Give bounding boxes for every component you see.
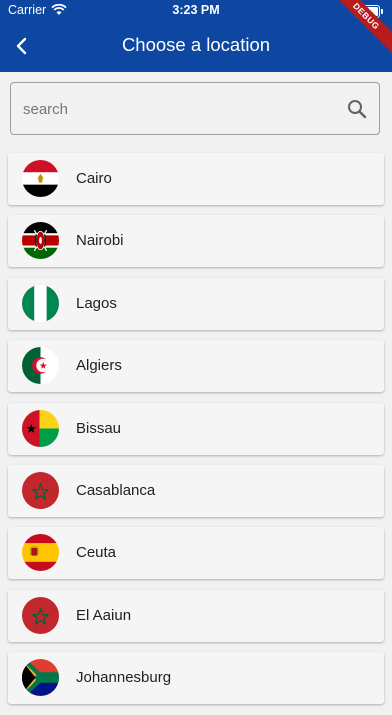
kenya-flag-icon (22, 222, 59, 260)
location-item-nairobi[interactable]: Nairobi (8, 215, 384, 268)
location-item-casablanca[interactable]: Casablanca (8, 464, 384, 517)
location-name: Ceuta (76, 544, 117, 562)
location-item-bissau[interactable]: Bissau (8, 402, 384, 455)
location-item-lagos[interactable]: Lagos (8, 277, 384, 330)
spain-flag-icon (22, 534, 59, 572)
location-item-cairo[interactable]: Cairo (8, 153, 384, 205)
location-name: Casablanca (76, 481, 156, 499)
location-name: Johannesburg (76, 669, 172, 687)
guinea-bissau-flag-icon (22, 409, 59, 447)
search-input[interactable] (21, 83, 335, 136)
location-name: El Aaiun (76, 606, 132, 624)
status-bar: Carrier 3:23 PM (0, 0, 392, 22)
location-name: Bissau (76, 419, 122, 437)
location-name: Nairobi (76, 232, 124, 250)
nigeria-flag-icon (22, 284, 59, 322)
location-name: Cairo (76, 170, 112, 187)
search-icon[interactable] (345, 97, 369, 121)
location-item-el-aaiun[interactable]: El Aaiun (8, 589, 384, 642)
search-field[interactable] (10, 82, 380, 136)
algeria-flag-icon (22, 347, 59, 385)
clock: 3:23 PM (172, 3, 220, 17)
location-name: Lagos (76, 294, 117, 312)
location-item-ceuta[interactable]: Ceuta (8, 527, 384, 580)
south-africa-flag-icon (22, 659, 59, 697)
page-title: Choose a location (121, 34, 271, 55)
location-item-algiers[interactable]: Algiers (8, 340, 384, 393)
egypt-flag-icon (22, 160, 59, 197)
location-name: Algiers (76, 357, 122, 375)
location-list: Cairo Nairobi Lagos Algiers Bissau Casab… (8, 153, 384, 715)
morocco-flag-icon (22, 596, 59, 634)
app-bar: Carrier 3:23 PM Choose a location DEBUG (0, 0, 392, 72)
location-item-johannesburg[interactable]: Johannesburg (8, 652, 384, 705)
morocco-flag-icon (22, 471, 59, 509)
